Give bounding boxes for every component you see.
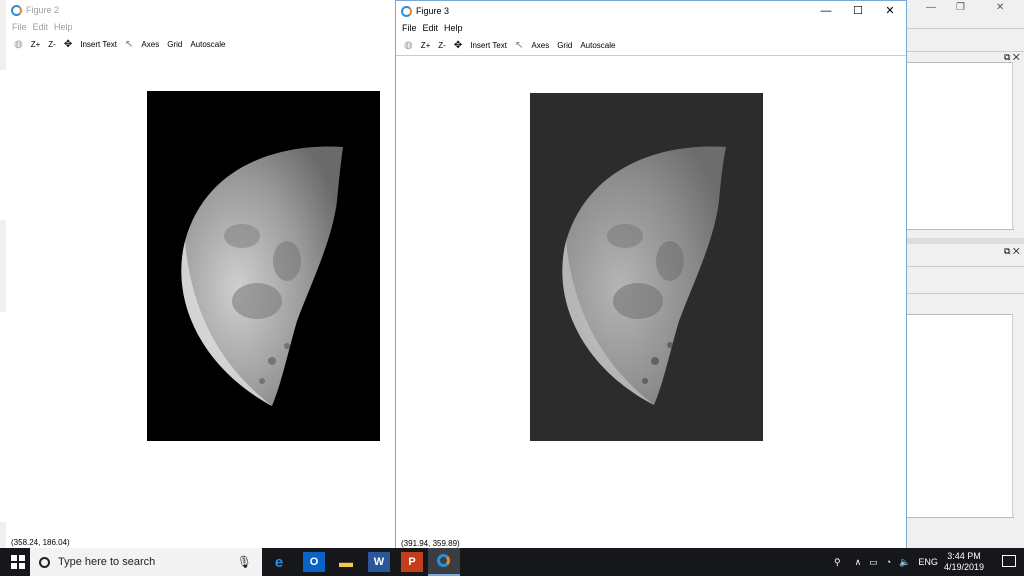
- minimize-icon[interactable]: —: [926, 2, 936, 13]
- grid-button[interactable]: Grid: [557, 41, 572, 50]
- taskbar-active-app[interactable]: [428, 548, 460, 576]
- powerpoint-icon[interactable]: P: [401, 552, 423, 572]
- figure-3-menubar: File Edit Help: [396, 21, 906, 35]
- axes-button[interactable]: Axes: [531, 41, 549, 50]
- app-logo-icon: [437, 554, 450, 567]
- menu-file[interactable]: File: [402, 23, 417, 33]
- moon-graphic: [562, 146, 726, 405]
- moon-graphic: [181, 146, 343, 406]
- background-panel-top: [906, 62, 1014, 230]
- rotate-icon[interactable]: ◍: [14, 39, 23, 50]
- pointer-icon[interactable]: ↖: [515, 40, 523, 51]
- people-icon[interactable]: ⚲: [834, 557, 841, 568]
- zoom-out-button[interactable]: Z-: [438, 41, 446, 50]
- restore-icon[interactable]: ❐: [956, 2, 965, 13]
- background-toolbar: [906, 28, 1024, 52]
- pan-icon[interactable]: ✥: [64, 39, 72, 50]
- background-scrollbar-bottom[interactable]: [1012, 314, 1024, 516]
- zoom-in-button[interactable]: Z+: [421, 41, 431, 50]
- figure-3-window: Figure 3 — ☐ ✕ File Edit Help ◍ Z+ Z- ✥ …: [395, 0, 907, 549]
- cortana-circle-icon: [39, 556, 50, 568]
- background-window-controls: — ❐ ✕: [904, 0, 1024, 18]
- zoom-in-button[interactable]: Z+: [31, 40, 41, 49]
- pan-icon[interactable]: ✥: [454, 40, 462, 51]
- minimize-button[interactable]: —: [810, 1, 842, 21]
- insert-text-button[interactable]: Insert Text: [470, 41, 507, 50]
- clock-time: 3:44 PM: [947, 551, 981, 561]
- network-icon[interactable]: ◔: [886, 557, 891, 567]
- grid-button[interactable]: Grid: [167, 40, 182, 49]
- axes-button[interactable]: Axes: [141, 40, 159, 49]
- autoscale-button[interactable]: Autoscale: [190, 40, 225, 49]
- figure-2-toolbar: ◍ Z+ Z- ✥ Insert Text ↖ Axes Grid Autosc…: [6, 34, 395, 54]
- undock-icon-2[interactable]: ⧉ ✕: [1004, 246, 1020, 257]
- background-panel-bottom: [906, 314, 1014, 518]
- moon-image-high-contrast[interactable]: [147, 91, 380, 441]
- notifications-icon[interactable]: [1002, 555, 1016, 567]
- maximize-button[interactable]: ☐: [842, 1, 874, 21]
- pointer-icon[interactable]: ↖: [125, 39, 133, 50]
- taskbar-search-box[interactable]: Type here to search 🎙: [30, 548, 262, 576]
- taskbar: Type here to search 🎙 e O ▬ W P ⚲ ∧ ▭ ◔ …: [0, 548, 1024, 576]
- app-logo-icon: [401, 5, 412, 17]
- windows-logo-icon: [11, 555, 25, 569]
- taskbar-clock[interactable]: 3:44 PM 4/19/2019: [944, 551, 984, 573]
- figure-2-menubar: File Edit Help: [6, 20, 395, 34]
- figure-2-title: Figure 2: [26, 5, 60, 15]
- background-divider: [906, 238, 1024, 244]
- figure-2-titlebar[interactable]: Figure 2: [6, 0, 395, 20]
- word-icon[interactable]: W: [368, 552, 390, 572]
- file-explorer-icon[interactable]: ▬: [335, 552, 357, 572]
- close-icon[interactable]: ✕: [996, 2, 1004, 13]
- menu-help[interactable]: Help: [444, 23, 463, 33]
- menu-file[interactable]: File: [12, 22, 27, 32]
- figure-2-status-coordinates: (358.24, 186.04): [11, 538, 70, 547]
- autoscale-button[interactable]: Autoscale: [580, 41, 615, 50]
- close-button[interactable]: ✕: [874, 1, 906, 21]
- background-scrollbar-top[interactable]: [1012, 62, 1024, 228]
- outlook-icon[interactable]: O: [303, 552, 325, 572]
- insert-text-button[interactable]: Insert Text: [80, 40, 117, 49]
- edge-browser-icon[interactable]: e: [268, 552, 290, 572]
- system-tray: ⚲ ∧ ▭ ◔ 🔈 ENG: [834, 548, 938, 576]
- figure-3-window-controls: — ☐ ✕: [810, 1, 906, 21]
- moon-image-processed[interactable]: [530, 93, 763, 441]
- battery-icon[interactable]: ▭: [869, 557, 878, 568]
- microphone-icon[interactable]: 🎙: [237, 555, 252, 569]
- figure-3-toolbar: ◍ Z+ Z- ✥ Insert Text ↖ Axes Grid Autosc…: [396, 35, 906, 56]
- rotate-icon[interactable]: ◍: [404, 40, 413, 51]
- language-indicator[interactable]: ENG: [918, 557, 938, 567]
- zoom-out-button[interactable]: Z-: [48, 40, 56, 49]
- figure-3-title: Figure 3: [416, 6, 450, 16]
- menu-help[interactable]: Help: [54, 22, 73, 32]
- chevron-up-icon[interactable]: ∧: [855, 557, 862, 568]
- menu-edit[interactable]: Edit: [423, 23, 439, 33]
- app-logo-icon: [11, 4, 22, 16]
- background-toolbar-2: [906, 266, 1024, 294]
- volume-icon[interactable]: 🔈: [899, 557, 910, 568]
- clock-date: 4/19/2019: [943, 562, 984, 572]
- search-placeholder: Type here to search: [58, 556, 156, 568]
- figure-3-status-coordinates: (391.94, 359.89): [401, 539, 460, 548]
- menu-edit[interactable]: Edit: [33, 22, 49, 32]
- figure-2-window: Figure 2 File Edit Help ◍ Z+ Z- ✥ Insert…: [6, 0, 396, 548]
